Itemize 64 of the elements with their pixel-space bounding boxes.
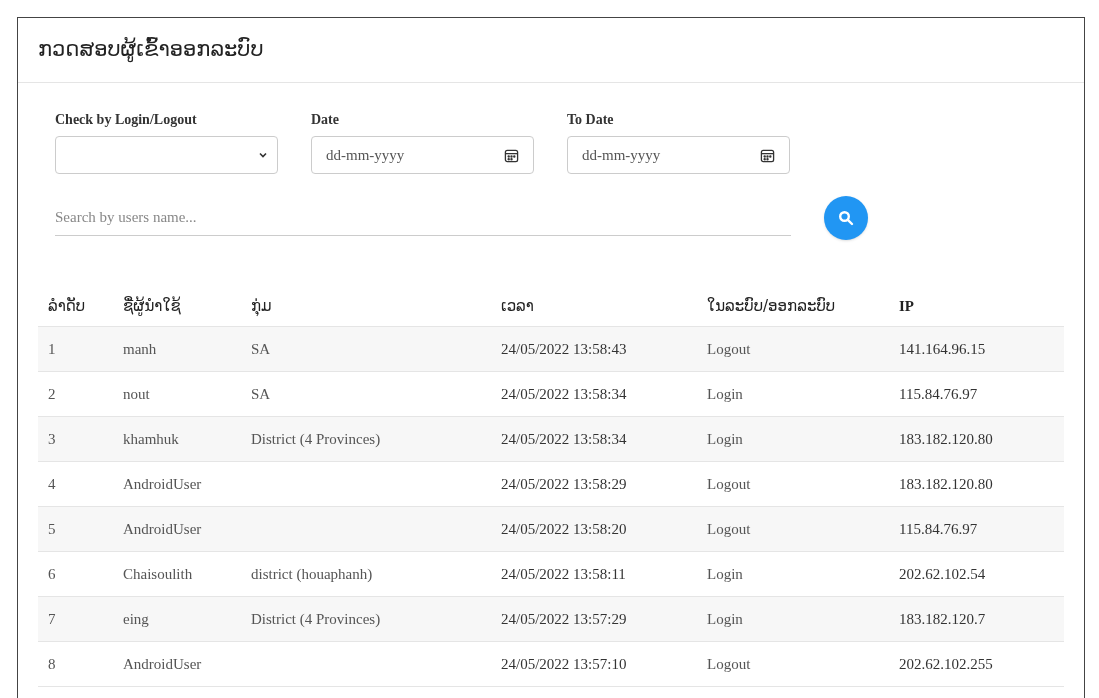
table-cell: 24/05/2022 13:57:29	[501, 611, 627, 627]
page-title: ກວດສອບຜູ້ເຂົ້າອອກລະບົບ	[38, 36, 264, 65]
table-cell: 24/05/2022 13:58:43	[501, 341, 627, 357]
table-cell: 8	[48, 656, 56, 672]
date-field[interactable]: dd-mm-yyyy	[567, 136, 790, 174]
calendar-icon[interactable]	[504, 147, 519, 163]
table-cell: 24/05/2022 13:58:34	[501, 431, 627, 447]
table-cell: 7	[48, 611, 56, 627]
column-header: ໃນລະບົບ/ອອກລະບົບ	[707, 296, 836, 315]
filter-label: To Date	[567, 111, 615, 129]
table-cell: AndroidUser	[123, 476, 202, 492]
search-icon	[838, 210, 854, 226]
table-cell: eing	[123, 611, 149, 627]
table-cell: AndroidUser	[123, 521, 202, 537]
table-cell: khamhuk	[123, 431, 179, 447]
column-header: ກຸ່ມ	[251, 296, 272, 315]
table-cell: 115.84.76.97	[899, 521, 978, 537]
search-button[interactable]	[824, 196, 868, 240]
table-cell: 24/05/2022 13:57:10	[501, 656, 627, 672]
table-cell: 3	[48, 431, 56, 447]
date-input[interactable]: dd-mm-yyyy	[582, 143, 732, 167]
table-cell: 202.62.102.54	[899, 566, 986, 582]
calendar-icon[interactable]	[760, 147, 775, 163]
table-cell: 1	[48, 341, 56, 357]
table-cell: 183.182.120.80	[899, 476, 993, 492]
table-cell: Login	[707, 566, 743, 582]
column-header: ລຳດັບ	[48, 296, 86, 315]
table-cell: 6	[48, 566, 56, 582]
table-cell: 141.164.96.15	[899, 341, 986, 357]
table-cell: AndroidUser	[123, 656, 202, 672]
table-cell: Login	[707, 431, 743, 447]
column-header: ເວລາ	[501, 296, 534, 315]
date-input[interactable]: dd-mm-yyyy	[326, 143, 476, 167]
table-cell: 4	[48, 476, 56, 492]
table-cell: 24/05/2022 13:58:29	[501, 476, 627, 492]
table-cell: Login	[707, 386, 743, 402]
table-cell: Chaisoulith	[123, 566, 193, 582]
table-cell: district (houaphanh)	[251, 566, 373, 582]
table-cell: 202.62.102.255	[899, 656, 993, 672]
column-header: IP	[899, 297, 914, 314]
table-cell: 5	[48, 521, 56, 537]
table-cell: nout	[123, 386, 150, 402]
filter-label: Check by Login/Logout	[55, 111, 198, 129]
table-cell: 24/05/2022 13:58:11	[501, 566, 626, 582]
table-cell: 115.84.76.97	[899, 386, 978, 402]
table-cell: 183.182.120.7	[899, 611, 986, 627]
table-cell: SA	[251, 341, 271, 357]
column-header: ຊື່ຜູ້ນຳໃຊ້	[123, 296, 181, 315]
table-cell: Logout	[707, 521, 751, 537]
table-cell: Logout	[707, 341, 751, 357]
table-cell: 2	[48, 386, 56, 402]
table-cell: Logout	[707, 656, 751, 672]
search-field[interactable]: Search by users name...	[55, 200, 791, 236]
date-field[interactable]: dd-mm-yyyy	[311, 136, 534, 174]
table-cell: 183.182.120.80	[899, 431, 993, 447]
table-cell: 24/05/2022 13:58:20	[501, 521, 627, 537]
table-cell: manh	[123, 341, 157, 357]
table-cell: 24/05/2022 13:58:34	[501, 386, 627, 402]
table-cell: District (4 Provinces)	[251, 431, 381, 447]
table-cell: SA	[251, 386, 271, 402]
table-cell: Logout	[707, 476, 751, 492]
filter-label: Date	[311, 111, 340, 129]
table-cell: Login	[707, 611, 743, 627]
table-cell: District (4 Provinces)	[251, 611, 381, 627]
